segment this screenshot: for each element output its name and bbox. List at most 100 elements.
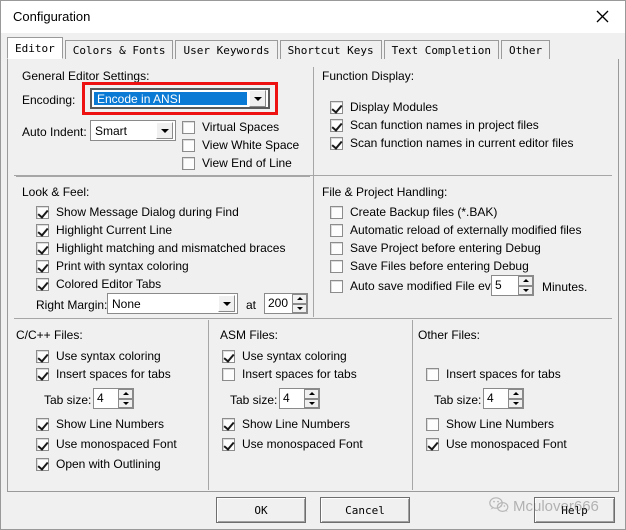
checkbox-asm-use-syntax-coloring[interactable]: Use syntax coloring (222, 349, 347, 363)
checkbox-auto-save-modified-file[interactable]: Auto save modified File every (330, 279, 507, 293)
checkbox-box[interactable] (330, 279, 343, 293)
cancel-button[interactable]: Cancel (320, 497, 410, 523)
checkbox-box[interactable] (36, 277, 49, 291)
checkbox-highlight-braces[interactable]: Highlight matching and mismatched braces (36, 241, 285, 255)
tab-colors-and-fonts[interactable]: Colors & Fonts (64, 40, 174, 59)
checkbox-box[interactable] (36, 349, 49, 363)
right-margin-combobox[interactable]: None (107, 293, 238, 314)
checkbox-automatic-reload[interactable]: Automatic reload of externally modified … (330, 223, 581, 237)
checkbox-box[interactable] (426, 437, 439, 451)
stepper-up-icon[interactable] (518, 276, 533, 286)
stepper-up-icon[interactable] (304, 389, 319, 399)
checkbox-asm-use-monospaced-font[interactable]: Use monospaced Font (222, 437, 363, 451)
stepper-value[interactable]: 4 (94, 389, 118, 408)
checkbox-box[interactable] (222, 437, 235, 451)
checkbox-other-use-monospaced-font[interactable]: Use monospaced Font (426, 437, 567, 451)
checkbox-box[interactable] (222, 367, 235, 381)
stepper-up-icon[interactable] (292, 294, 307, 304)
tab-user-keywords[interactable]: User Keywords (175, 40, 278, 59)
checkbox-label: Show Message Dialog during Find (56, 205, 239, 219)
checkbox-box[interactable] (36, 241, 49, 255)
checkbox-create-backup-files[interactable]: Create Backup files (*.BAK) (330, 205, 497, 219)
checkbox-box[interactable] (182, 120, 195, 134)
chevron-down-icon[interactable] (249, 90, 266, 107)
checkbox-colored-editor-tabs[interactable]: Colored Editor Tabs (36, 277, 161, 291)
checkbox-box[interactable] (36, 223, 49, 237)
checkbox-box[interactable] (36, 259, 49, 273)
checkbox-ccpp-use-syntax-coloring[interactable]: Use syntax coloring (36, 349, 161, 363)
chevron-down-icon[interactable] (218, 295, 235, 312)
checkbox-other-insert-spaces-for-tabs[interactable]: Insert spaces for tabs (426, 367, 561, 381)
encoding-combobox[interactable]: Encode in ANSI (90, 88, 270, 109)
checkbox-asm-show-line-numbers[interactable]: Show Line Numbers (222, 417, 350, 431)
checkbox-scan-current-editor-files[interactable]: Scan function names in current editor fi… (330, 136, 573, 150)
stepper-buttons[interactable] (118, 389, 133, 408)
tab-editor[interactable]: Editor (7, 37, 63, 59)
configuration-dialog: Configuration Editor Colors & Fonts User… (0, 0, 626, 530)
checkbox-box[interactable] (36, 205, 49, 219)
checkbox-print-with-syntax-coloring[interactable]: Print with syntax coloring (36, 259, 189, 273)
checkbox-label: Create Backup files (*.BAK) (350, 205, 498, 219)
checkbox-box[interactable] (330, 118, 343, 132)
checkbox-ccpp-open-with-outlining[interactable]: Open with Outlining (36, 457, 161, 471)
checkbox-box[interactable] (182, 156, 195, 170)
help-button[interactable]: Help (534, 497, 615, 523)
checkbox-display-modules[interactable]: Display Modules (330, 100, 438, 114)
tab-other[interactable]: Other (501, 40, 551, 59)
stepper-up-icon[interactable] (508, 389, 523, 399)
checkbox-box[interactable] (36, 457, 49, 471)
checkbox-scan-project-files[interactable]: Scan function names in project files (330, 118, 539, 132)
checkbox-virtual-spaces[interactable]: Virtual Spaces (182, 120, 279, 134)
ccpp-tab-size-stepper[interactable]: 4 (93, 388, 134, 409)
checkbox-highlight-current-line[interactable]: Highlight Current Line (36, 223, 172, 237)
stepper-buttons[interactable] (518, 276, 533, 295)
asm-tab-size-stepper[interactable]: 4 (279, 388, 320, 409)
checkbox-box[interactable] (426, 417, 439, 431)
right-margin-at-stepper[interactable]: 200 (264, 293, 308, 314)
checkbox-show-message-dialog-during-find[interactable]: Show Message Dialog during Find (36, 205, 239, 219)
checkbox-box[interactable] (36, 437, 49, 451)
checkbox-save-files-before-debug[interactable]: Save Files before entering Debug (330, 259, 529, 273)
checkbox-ccpp-insert-spaces-for-tabs[interactable]: Insert spaces for tabs (36, 367, 171, 381)
chevron-down-icon[interactable] (156, 122, 173, 139)
checkbox-box[interactable] (330, 223, 343, 237)
stepper-value[interactable]: 4 (484, 389, 508, 408)
checkbox-box[interactable] (330, 100, 343, 114)
stepper-buttons[interactable] (508, 389, 523, 408)
stepper-down-icon[interactable] (292, 303, 307, 313)
checkbox-ccpp-use-monospaced-font[interactable]: Use monospaced Font (36, 437, 177, 451)
checkbox-asm-insert-spaces-for-tabs[interactable]: Insert spaces for tabs (222, 367, 357, 381)
stepper-down-icon[interactable] (118, 398, 133, 408)
checkbox-ccpp-show-line-numbers[interactable]: Show Line Numbers (36, 417, 164, 431)
close-icon[interactable] (579, 1, 625, 32)
checkbox-other-show-line-numbers[interactable]: Show Line Numbers (426, 417, 554, 431)
stepper-down-icon[interactable] (508, 398, 523, 408)
checkbox-view-white-space[interactable]: View White Space (182, 138, 299, 152)
checkbox-box[interactable] (330, 136, 343, 150)
tab-shortcut-keys[interactable]: Shortcut Keys (279, 40, 382, 59)
stepper-down-icon[interactable] (304, 398, 319, 408)
stepper-buttons[interactable] (304, 389, 319, 408)
checkbox-box[interactable] (426, 367, 439, 381)
checkbox-box[interactable] (182, 138, 195, 152)
tab-text-completion[interactable]: Text Completion (383, 40, 499, 59)
auto-indent-combobox[interactable]: Smart (90, 120, 176, 141)
checkbox-save-project-before-debug[interactable]: Save Project before entering Debug (330, 241, 541, 255)
checkbox-box[interactable] (222, 417, 235, 431)
checkbox-view-end-of-line[interactable]: View End of Line (182, 156, 292, 170)
checkbox-box[interactable] (36, 367, 49, 381)
checkbox-box[interactable] (222, 349, 235, 363)
stepper-value[interactable]: 200 (265, 294, 292, 313)
checkbox-box[interactable] (330, 241, 343, 255)
stepper-value[interactable]: 5 (492, 276, 518, 295)
stepper-buttons[interactable] (292, 294, 307, 313)
stepper-down-icon[interactable] (518, 285, 533, 295)
checkbox-box[interactable] (36, 417, 49, 431)
auto-save-minutes-stepper[interactable]: 5 (491, 275, 534, 296)
checkbox-box[interactable] (330, 205, 343, 219)
checkbox-box[interactable] (330, 259, 343, 273)
stepper-value[interactable]: 4 (280, 389, 304, 408)
stepper-up-icon[interactable] (118, 389, 133, 399)
other-tab-size-stepper[interactable]: 4 (483, 388, 524, 409)
ok-button[interactable]: OK (216, 497, 306, 523)
